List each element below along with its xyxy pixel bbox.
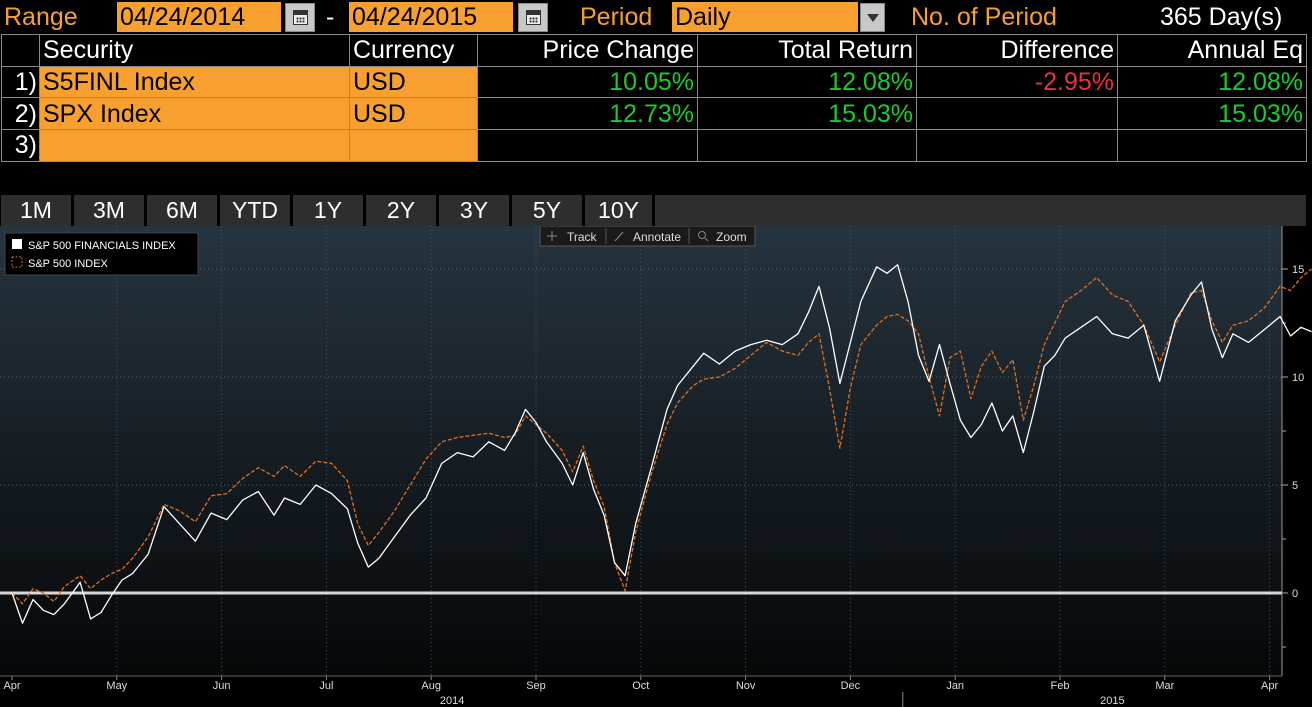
x-tick-label: Mar bbox=[1155, 680, 1174, 692]
x-tick-label: Oct bbox=[632, 680, 649, 692]
x-tick-label: Apr bbox=[3, 680, 20, 692]
period-bar-background bbox=[655, 195, 1306, 226]
range-label: Range bbox=[4, 3, 78, 31]
row-index: 1) bbox=[1, 65, 40, 99]
start-date-field[interactable]: 04/24/2014 bbox=[117, 2, 281, 32]
table-row: 3) bbox=[1, 129, 1307, 162]
period-dropdown-button[interactable] bbox=[860, 3, 885, 32]
security-field[interactable] bbox=[39, 129, 350, 162]
header-difference: Difference bbox=[916, 34, 1118, 67]
x-tick-label: May bbox=[106, 680, 127, 692]
legend-label-financials: S&P 500 FINANCIALS INDEX bbox=[28, 240, 176, 252]
price-change-value bbox=[477, 129, 698, 162]
period-button-3y[interactable]: 3Y bbox=[439, 195, 512, 226]
annotate-label: Annotate bbox=[633, 230, 681, 244]
x-tick-label: Dec bbox=[841, 680, 861, 692]
period-button-3m[interactable]: 3M bbox=[74, 195, 147, 226]
row-index: 3) bbox=[1, 129, 40, 162]
y-tick-label: 10 bbox=[1292, 372, 1304, 384]
period-button-10y[interactable]: 10Y bbox=[585, 195, 655, 226]
period-button-ytd[interactable]: YTD bbox=[220, 195, 293, 226]
period-buttons: 1M 3M 6M YTD 1Y 2Y 3Y 5Y 10Y bbox=[1, 195, 655, 226]
security-field[interactable]: SPX Index bbox=[39, 97, 350, 131]
x-tick-label: Feb bbox=[1051, 680, 1070, 692]
difference-value bbox=[916, 97, 1118, 131]
year-label: 2014 bbox=[440, 695, 464, 707]
x-tick-label: Apr bbox=[1261, 680, 1278, 692]
table-row: 1) S5FINL Index USD 10.05% 12.08% -2.95%… bbox=[1, 65, 1307, 99]
chart-toolbar: Track Annotate Zoom bbox=[539, 226, 756, 247]
legend-swatch-financials bbox=[12, 239, 22, 249]
header-annual-eq: Annual Eq bbox=[1117, 34, 1307, 67]
period-button-2y[interactable]: 2Y bbox=[366, 195, 439, 226]
x-tick-label: Jul bbox=[319, 680, 333, 692]
num-period-label: No. of Period bbox=[911, 3, 1057, 31]
total-return-value: 12.08% bbox=[697, 65, 917, 99]
y-tick-label: 15 bbox=[1292, 264, 1304, 276]
legend: S&P 500 FINANCIALS INDEX S&P 500 INDEX bbox=[4, 232, 199, 276]
x-tick-label: Sep bbox=[526, 680, 546, 692]
price-change-value: 10.05% bbox=[477, 65, 698, 99]
x-tick-label: Nov bbox=[736, 680, 756, 692]
end-date-calendar-button[interactable] bbox=[518, 3, 548, 32]
price-change-value: 12.73% bbox=[477, 97, 698, 131]
end-date-field[interactable]: 04/24/2015 bbox=[349, 2, 513, 32]
difference-value bbox=[916, 129, 1118, 162]
currency-field[interactable]: USD bbox=[349, 97, 478, 131]
table-row: 2) SPX Index USD 12.73% 15.03% 15.03% bbox=[1, 97, 1307, 131]
range-separator: - bbox=[326, 3, 335, 31]
x-tick-label: Jun bbox=[213, 680, 231, 692]
calendar-icon bbox=[525, 10, 541, 25]
x-tick-label: Jan bbox=[946, 680, 964, 692]
legend-label-spx: S&P 500 INDEX bbox=[28, 258, 109, 270]
annual-eq-value: 15.03% bbox=[1117, 97, 1307, 131]
year-label: 2015 bbox=[1100, 695, 1124, 707]
period-button-1y[interactable]: 1Y bbox=[293, 195, 366, 226]
difference-value: -2.95% bbox=[916, 65, 1118, 99]
currency-field[interactable] bbox=[349, 129, 478, 162]
table-header-row: Security Currency Price Change Total Ret… bbox=[1, 34, 1307, 67]
header-currency: Currency bbox=[349, 34, 478, 67]
calendar-icon bbox=[292, 10, 308, 25]
header-price-change: Price Change bbox=[477, 34, 698, 67]
currency-field[interactable]: USD bbox=[349, 65, 478, 99]
security-field[interactable]: S5FINL Index bbox=[39, 65, 350, 99]
period-button-6m[interactable]: 6M bbox=[147, 195, 220, 226]
num-period-value[interactable]: 365 Day(s) bbox=[1160, 2, 1282, 32]
y-tick-label: 5 bbox=[1292, 480, 1298, 492]
y-tick-label: 0 bbox=[1292, 588, 1298, 600]
total-return-value bbox=[697, 129, 917, 162]
period-button-1m[interactable]: 1M bbox=[1, 195, 74, 226]
performance-chart: 0 5 10 15 Apr May Jun Jul Aug Sep Oct Nov Dec Jan Feb M… bbox=[0, 226, 1312, 707]
range-bar: Range 04/24/2014 - 04/24/2015 Period Dai… bbox=[0, 0, 1312, 34]
total-return-value: 15.03% bbox=[697, 97, 917, 131]
x-tick-label: Aug bbox=[421, 680, 441, 692]
zoom-label: Zoom bbox=[716, 230, 747, 244]
header-total-return: Total Return bbox=[697, 34, 917, 67]
period-button-5y[interactable]: 5Y bbox=[512, 195, 585, 226]
header-security: Security bbox=[39, 34, 350, 67]
track-label: Track bbox=[567, 230, 598, 244]
row-index: 2) bbox=[1, 97, 40, 131]
header-index bbox=[1, 34, 40, 67]
period-label: Period bbox=[580, 3, 653, 31]
start-date-calendar-button[interactable] bbox=[285, 3, 315, 32]
annual-eq-value: 12.08% bbox=[1117, 65, 1307, 99]
chevron-down-icon bbox=[866, 13, 879, 22]
securities-table: Security Currency Price Change Total Ret… bbox=[1, 34, 1307, 162]
annual-eq-value bbox=[1117, 129, 1307, 162]
period-select[interactable]: Daily bbox=[672, 2, 858, 32]
